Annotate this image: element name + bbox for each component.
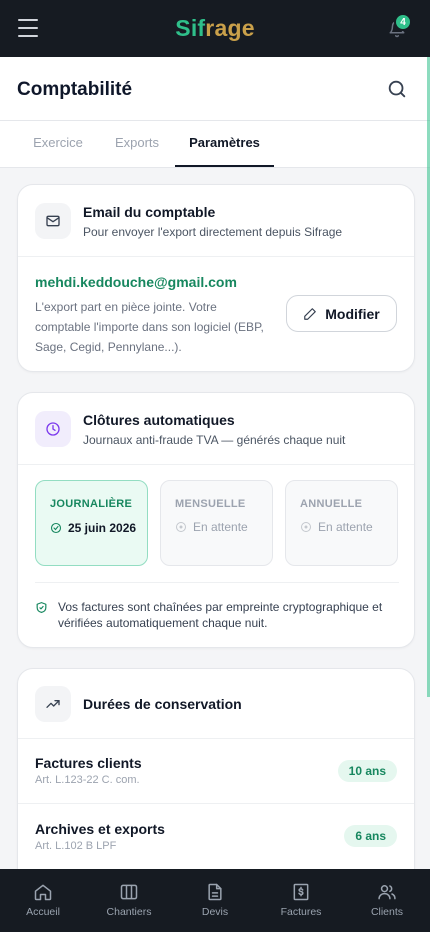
accountant-email: mehdi.keddouche@gmail.com bbox=[35, 274, 237, 290]
clock-icon bbox=[35, 411, 71, 447]
shield-check-icon bbox=[36, 602, 47, 613]
divider bbox=[18, 803, 414, 804]
pending-icon bbox=[176, 522, 186, 532]
period-label: ANNUELLE bbox=[300, 498, 363, 510]
security-note: Vos factures sont chaînées par empreinte… bbox=[35, 599, 399, 631]
card-subtitle: Pour envoyer l'export directement depuis… bbox=[83, 225, 343, 239]
search-icon[interactable] bbox=[386, 78, 408, 100]
period-status: En attente bbox=[300, 520, 373, 534]
columns-icon bbox=[120, 884, 138, 900]
tab-exercice[interactable]: Exercice bbox=[17, 121, 99, 167]
tab-parametres[interactable]: Paramètres bbox=[175, 121, 274, 167]
nav-factures[interactable]: Factures bbox=[258, 869, 344, 932]
document-icon bbox=[208, 883, 222, 901]
period-monthly[interactable]: MENSUELLE En attente bbox=[160, 480, 273, 566]
pencil-icon bbox=[304, 307, 317, 320]
check-circle-icon bbox=[50, 522, 62, 534]
period-status: 25 juin 2026 bbox=[50, 520, 148, 536]
period-status: En attente bbox=[175, 520, 248, 534]
period-label: MENSUELLE bbox=[175, 498, 246, 510]
period-label: JOURNALIÈRE bbox=[50, 498, 133, 510]
nav-clients[interactable]: Clients bbox=[344, 869, 430, 932]
tab-bar: Exercice Exports Paramètres bbox=[0, 121, 430, 168]
bottom-nav: Accueil Chantiers Devis Factures Clients bbox=[0, 869, 430, 932]
retention-row-title: Archives et exports bbox=[35, 821, 165, 837]
trend-icon bbox=[35, 686, 71, 722]
card-subtitle: Journaux anti-fraude TVA — générés chaqu… bbox=[83, 433, 346, 447]
divider bbox=[18, 738, 414, 739]
retention-card: Durées de conservation Factures clients … bbox=[17, 668, 415, 898]
nav-chantiers[interactable]: Chantiers bbox=[86, 869, 172, 932]
app-logo: Sifrage bbox=[175, 15, 255, 41]
modify-label: Modifier bbox=[325, 305, 380, 322]
nav-accueil[interactable]: Accueil bbox=[0, 869, 86, 932]
page-title: Comptabilité bbox=[17, 79, 133, 100]
card-title: Email du comptable bbox=[83, 204, 216, 220]
duration-badge: 6 ans bbox=[344, 825, 397, 847]
card-title: Clôtures automatiques bbox=[83, 412, 235, 428]
divider bbox=[18, 464, 414, 465]
divider bbox=[35, 582, 399, 583]
period-yearly[interactable]: ANNUELLE En attente bbox=[285, 480, 398, 566]
email-description: L'export part en pièce jointe. Votre com… bbox=[35, 300, 264, 354]
home-icon bbox=[34, 884, 52, 901]
divider bbox=[18, 256, 414, 257]
card-title: Durées de conservation bbox=[83, 696, 242, 712]
menu-icon[interactable] bbox=[18, 19, 38, 37]
retention-row-subtitle: Art. L.102 B LPF bbox=[35, 840, 117, 852]
top-bar: Sifrage 4 bbox=[0, 0, 430, 57]
duration-badge: 10 ans bbox=[337, 760, 397, 782]
modify-button[interactable]: Modifier bbox=[286, 295, 397, 332]
nav-devis[interactable]: Devis bbox=[172, 869, 258, 932]
closures-card: Clôtures automatiques Journaux anti-frau… bbox=[17, 392, 415, 648]
notification-badge: 4 bbox=[394, 13, 412, 31]
invoice-icon bbox=[293, 883, 309, 901]
retention-row-subtitle: Art. L.123-22 C. com. bbox=[35, 774, 140, 786]
page-header: Comptabilité bbox=[0, 57, 430, 121]
retention-row-title: Factures clients bbox=[35, 755, 142, 771]
tab-exports[interactable]: Exports bbox=[99, 121, 175, 167]
mail-icon bbox=[35, 203, 71, 239]
users-icon bbox=[378, 885, 396, 900]
period-daily[interactable]: JOURNALIÈRE 25 juin 2026 bbox=[35, 480, 148, 566]
pending-icon bbox=[301, 522, 311, 532]
email-card: Email du comptable Pour envoyer l'export… bbox=[17, 184, 415, 372]
